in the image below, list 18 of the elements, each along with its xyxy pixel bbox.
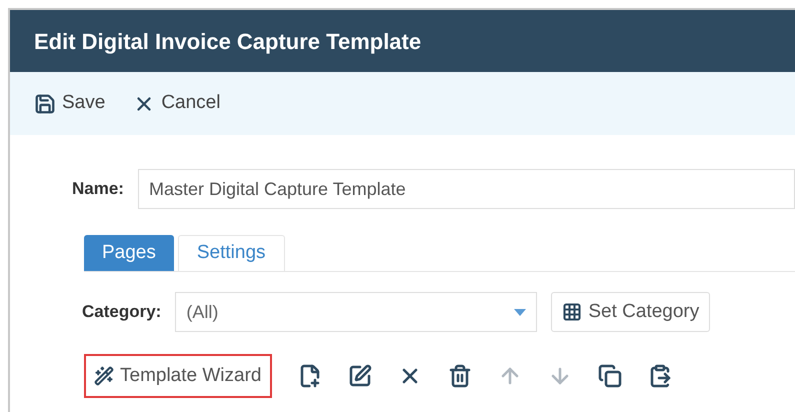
name-label: Name: bbox=[72, 178, 124, 200]
tab[interactable]: Pages bbox=[84, 235, 174, 271]
grid-icon bbox=[562, 302, 582, 322]
wand-icon bbox=[94, 366, 114, 386]
set-category-button[interactable]: Set Category bbox=[551, 292, 710, 332]
window-title: Edit Digital Invoice Capture Template bbox=[34, 28, 422, 56]
category-dropdown[interactable]: (All) bbox=[175, 292, 538, 332]
category-label: Category: bbox=[82, 301, 162, 324]
save-icon bbox=[34, 92, 56, 114]
tab[interactable]: Settings bbox=[178, 235, 285, 271]
save-button[interactable]: Save bbox=[34, 89, 106, 118]
name-field[interactable]: Master Digital Capture Template bbox=[138, 169, 795, 209]
copy-icon[interactable] bbox=[598, 364, 622, 388]
cancel-button[interactable]: Cancel bbox=[133, 89, 220, 118]
caret-icon bbox=[514, 308, 526, 316]
trash-icon[interactable] bbox=[448, 364, 472, 388]
template-wizard-button[interactable]: Template Wizard bbox=[84, 354, 272, 398]
edit-icon[interactable] bbox=[348, 364, 372, 388]
